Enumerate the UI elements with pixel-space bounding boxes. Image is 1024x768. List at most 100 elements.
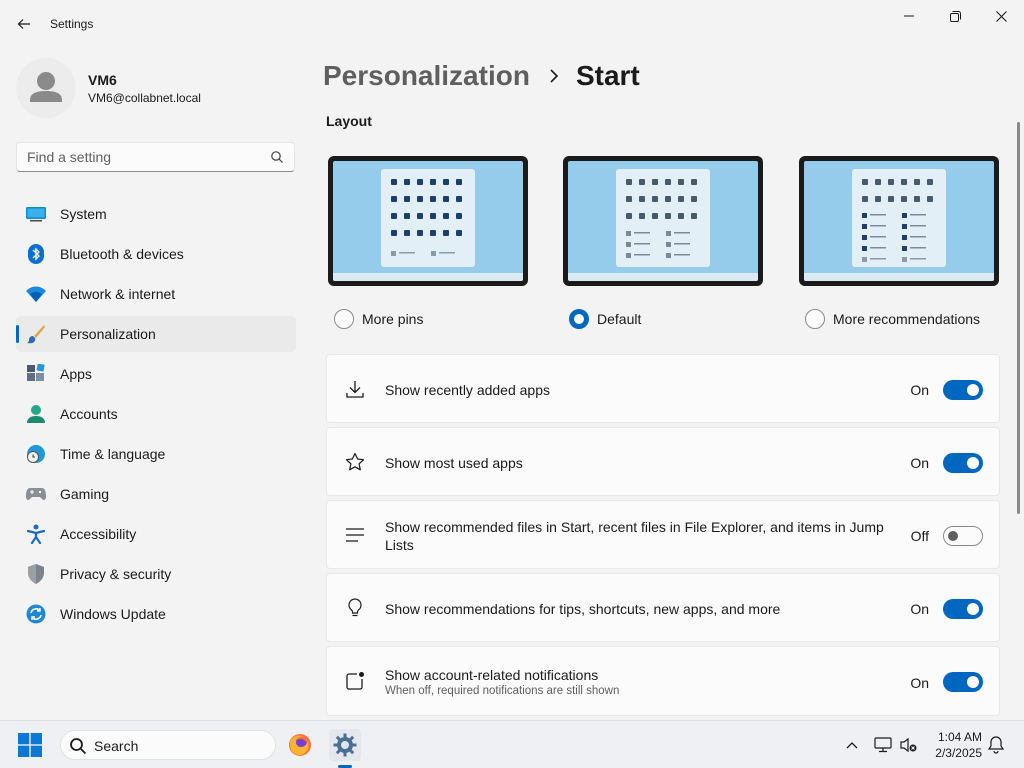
- radio-label: More pins: [362, 311, 424, 327]
- download-icon: [345, 379, 365, 399]
- radio-button[interactable]: [334, 309, 354, 329]
- firefox-taskbar-button[interactable]: [284, 729, 316, 761]
- wifi-icon: [26, 284, 46, 304]
- layout-preview-more-recommendations: [799, 156, 999, 286]
- bluetooth-icon: [26, 244, 46, 264]
- sidebar-item-bluetooth[interactable]: Bluetooth & devices: [16, 236, 296, 272]
- app-title: Settings: [50, 17, 94, 31]
- minimize-button[interactable]: [886, 0, 932, 32]
- setting-title: Show recently added apps: [385, 382, 550, 398]
- back-button[interactable]: [10, 10, 38, 38]
- sidebar-item-label: Time & language: [60, 446, 166, 462]
- layout-option-more-recommendations[interactable]: [799, 156, 999, 286]
- setting-subtitle: When off, required notifications are sti…: [385, 685, 620, 697]
- notifications-button[interactable]: [986, 735, 1006, 755]
- breadcrumb-parent[interactable]: Personalization: [323, 60, 530, 92]
- setting-title: Show recommendations for tips, shortcuts…: [385, 601, 781, 617]
- breadcrumb: Personalization Start: [323, 58, 640, 94]
- sidebar-item-privacy[interactable]: Privacy & security: [16, 556, 296, 592]
- sidebar-item-windows-update[interactable]: Windows Update: [16, 596, 296, 632]
- sidebar-item-label: Accessibility: [60, 526, 137, 542]
- toggle-state-label: On: [910, 455, 929, 471]
- setting-card-tips: Show recommendations for tips, shortcuts…: [326, 573, 1000, 642]
- start-menu-preview: [616, 169, 710, 267]
- toggle-state-label: On: [910, 601, 929, 617]
- avatar: [16, 58, 76, 118]
- radio-button[interactable]: [805, 309, 825, 329]
- setting-card-most-used: Show most used apps On: [326, 427, 1000, 496]
- minimize-icon: [904, 15, 914, 17]
- sidebar-nav: System Bluetooth & devices Network & int…: [16, 196, 296, 636]
- taskbar: Search 1:04 AM 2/3/2025: [0, 720, 1024, 768]
- toggle-switch[interactable]: [943, 380, 983, 400]
- sidebar-item-accounts[interactable]: Accounts: [16, 396, 296, 432]
- taskbar-search[interactable]: Search: [60, 730, 276, 760]
- sidebar-item-network[interactable]: Network & internet: [16, 276, 296, 312]
- toggle-switch[interactable]: [943, 453, 983, 473]
- sidebar-item-time-language[interactable]: Time & language: [16, 436, 296, 472]
- sidebar-item-label: Network & internet: [60, 286, 176, 302]
- volume-tray-button[interactable]: [899, 735, 919, 755]
- update-icon: [26, 604, 46, 624]
- star-icon: [345, 452, 365, 472]
- search-input[interactable]: [27, 149, 257, 165]
- layout-option-more-pins[interactable]: [328, 156, 528, 286]
- radio-more-pins[interactable]: More pins: [334, 308, 423, 330]
- radio-more-recommendations[interactable]: More recommendations: [805, 308, 980, 330]
- system-clock[interactable]: 1:04 AM 2/3/2025: [920, 729, 982, 761]
- network-icon: [874, 737, 892, 753]
- network-tray-button[interactable]: [873, 735, 893, 755]
- sidebar-item-apps[interactable]: Apps: [16, 356, 296, 392]
- layout-preview-more-pins: [328, 156, 528, 286]
- sidebar-item-label: Privacy & security: [60, 566, 172, 582]
- sidebar-item-gaming[interactable]: Gaming: [16, 476, 296, 512]
- sidebar-item-system[interactable]: System: [16, 196, 296, 232]
- brush-icon: [26, 324, 46, 344]
- radio-label: More recommendations: [833, 311, 981, 327]
- restore-button[interactable]: [932, 0, 978, 32]
- title-bar: Settings: [0, 0, 1024, 48]
- bell-icon: [988, 736, 1004, 754]
- user-profile[interactable]: VM6 VM6@collabnet.local: [16, 56, 296, 120]
- find-setting-search[interactable]: [16, 142, 295, 172]
- accessibility-icon: [26, 524, 46, 544]
- sidebar-item-label: System: [60, 206, 107, 222]
- apps-icon: [26, 364, 46, 384]
- windows-start-icon[interactable]: [18, 733, 42, 757]
- user-email: VM6@collabnet.local: [88, 91, 201, 105]
- globe-clock-icon: [26, 444, 46, 464]
- radio-default[interactable]: Default: [569, 308, 641, 330]
- lightbulb-icon: [345, 598, 365, 618]
- search-icon: [271, 151, 283, 163]
- notification-dot-icon: [345, 671, 365, 691]
- clock-date: 2/3/2025: [935, 746, 982, 760]
- setting-title: Show account-related notifications: [385, 667, 599, 683]
- restore-icon: [949, 10, 961, 22]
- layout-option-default[interactable]: [563, 156, 763, 286]
- person-icon: [30, 72, 62, 102]
- list-icon: [345, 525, 365, 545]
- close-button[interactable]: [978, 0, 1024, 32]
- toggle-state-label: On: [910, 675, 929, 691]
- settings-taskbar-button[interactable]: [329, 729, 361, 761]
- setting-card-recommended-files: Show recommended files in Start, recent …: [326, 500, 1000, 569]
- setting-title: Show recommended files in Start, recent …: [385, 519, 884, 553]
- accounts-icon: [26, 404, 46, 424]
- chevron-up-icon: [846, 742, 858, 749]
- toggle-state-label: Off: [910, 528, 929, 544]
- radio-button[interactable]: [569, 309, 589, 329]
- toggle-switch[interactable]: [943, 526, 983, 546]
- layout-section-label: Layout: [326, 113, 372, 129]
- sidebar-item-label: Gaming: [60, 486, 110, 502]
- sidebar-item-personalization[interactable]: Personalization: [16, 316, 296, 352]
- show-hidden-icons-button[interactable]: [842, 735, 862, 755]
- firefox-icon: [289, 734, 311, 756]
- system-icon: [26, 204, 46, 224]
- toggle-switch[interactable]: [943, 672, 983, 692]
- sidebar-item-accessibility[interactable]: Accessibility: [16, 516, 296, 552]
- start-menu-preview: [381, 169, 475, 267]
- sidebar-item-label: Personalization: [60, 326, 156, 342]
- scrollbar[interactable]: [1017, 122, 1020, 514]
- toggle-switch[interactable]: [943, 599, 983, 619]
- close-icon: [995, 10, 1007, 22]
